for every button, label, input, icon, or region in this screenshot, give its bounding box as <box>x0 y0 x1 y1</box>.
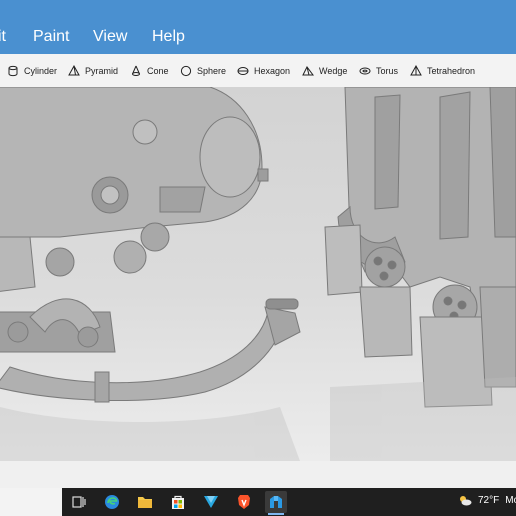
menu-view[interactable]: View <box>93 28 127 46</box>
cloud-sun-icon <box>460 496 472 506</box>
taskbar-search-box[interactable] <box>0 488 62 516</box>
cone-tool[interactable]: Cone <box>130 61 169 81</box>
torus-icon <box>359 67 371 75</box>
pyramid-label: Pyramid <box>85 66 119 76</box>
hexagon-tool[interactable]: Hexagon <box>237 61 290 81</box>
menu-help[interactable]: Help <box>152 28 185 46</box>
torus-tool[interactable]: Torus <box>359 61 398 81</box>
wedge-label: Wedge <box>319 66 348 76</box>
task-view-icon[interactable] <box>68 491 90 513</box>
wedge-tool[interactable]: Wedge <box>302 61 347 81</box>
cone-label: Cone <box>147 66 169 76</box>
weather-text: Mo <box>505 495 516 506</box>
wedge-icon <box>302 66 314 76</box>
cylinder-label: Cylinder <box>24 66 58 76</box>
3d-viewport[interactable] <box>0 87 516 461</box>
tetrahedron-icon <box>410 65 422 76</box>
weather-temperature: 72°F <box>478 495 500 506</box>
tetrahedron-tool[interactable]: Tetrahedron <box>410 61 475 81</box>
3d-model-scene[interactable] <box>0 87 516 461</box>
shape-toolbar: Cylinder Pyramid Cone Sphere Hexagon Wed… <box>0 54 516 88</box>
menu-bar: it Paint View Help <box>0 0 516 54</box>
cone-icon <box>132 65 140 76</box>
sphere-label: Sphere <box>197 66 227 76</box>
left-mechanical-model <box>0 87 301 403</box>
cylinder-tool[interactable]: Cylinder <box>7 61 57 81</box>
menu-paint[interactable]: Paint <box>33 28 69 46</box>
sphere-tool[interactable]: Sphere <box>180 61 226 81</box>
hexagon-label: Hexagon <box>254 66 291 76</box>
status-bar <box>0 461 516 488</box>
cylinder-icon <box>8 65 18 77</box>
hexagon-icon <box>237 67 249 75</box>
sphere-icon <box>180 65 192 77</box>
3d-builder-icon[interactable] <box>265 491 287 513</box>
weather-widget[interactable]: 72°F Mo <box>458 495 516 506</box>
pyramid-tool[interactable]: Pyramid <box>68 61 118 81</box>
right-mechanical-model <box>324 87 516 408</box>
app-icon[interactable] <box>200 491 222 513</box>
active-app-indicator <box>268 513 284 515</box>
tetrahedron-label: Tetrahedron <box>427 66 476 76</box>
edge-icon[interactable] <box>101 491 123 513</box>
pyramid-icon <box>68 65 80 76</box>
brave-icon[interactable] <box>233 491 255 513</box>
menu-edit[interactable]: it <box>0 28 6 46</box>
torus-label: Torus <box>376 66 399 76</box>
store-icon[interactable] <box>167 491 189 513</box>
file-explorer-icon[interactable] <box>134 491 156 513</box>
